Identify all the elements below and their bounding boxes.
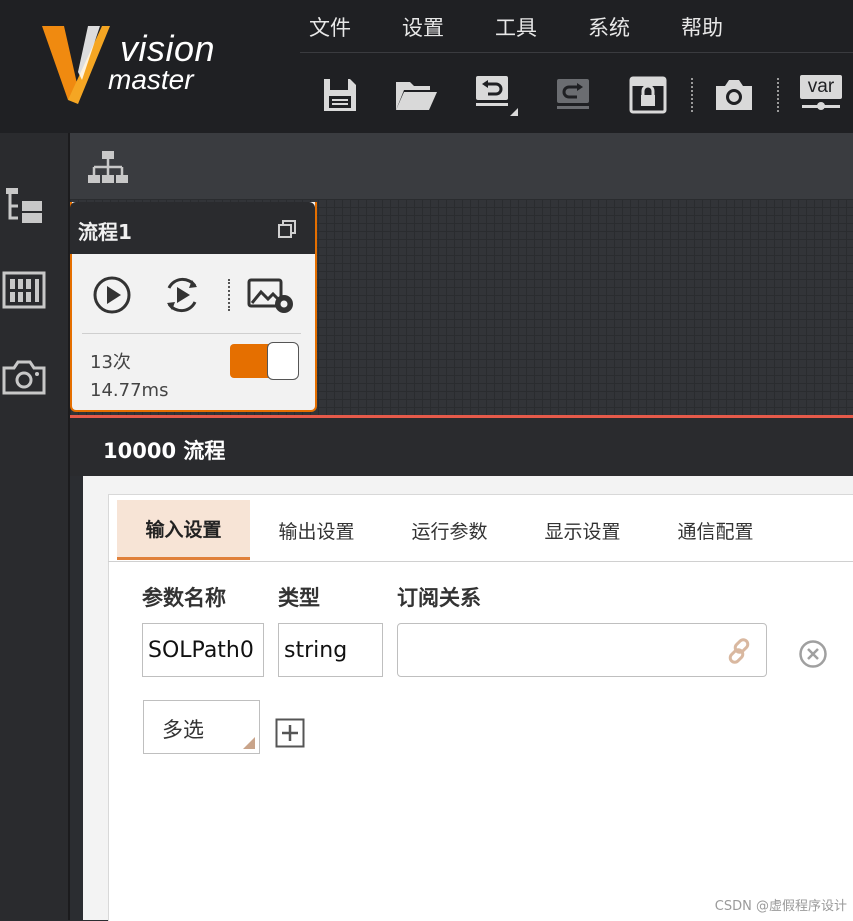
delete-row-button[interactable]	[798, 639, 828, 669]
menu-file[interactable]: 文件	[309, 12, 351, 42]
flow-layout-button[interactable]	[88, 149, 130, 187]
param-name-field[interactable]	[142, 623, 264, 677]
save-icon	[324, 79, 356, 111]
tab-communication-config[interactable]: 通信配置	[649, 500, 782, 560]
link-icon[interactable]	[724, 636, 754, 666]
play-icon	[93, 276, 131, 314]
undo-icon	[476, 76, 518, 116]
dropdown-corner-icon	[243, 737, 255, 749]
undo-button[interactable]	[472, 72, 518, 118]
menu-settings[interactable]: 设置	[402, 12, 444, 42]
panel-header: 10000 流程	[70, 418, 853, 476]
multiselect-dropdown[interactable]: 多选	[143, 700, 260, 754]
lock-icon	[629, 76, 667, 114]
tab-output-settings[interactable]: 输出设置	[250, 500, 383, 560]
variable-button[interactable]: var	[797, 72, 845, 118]
subscription-input[interactable]	[403, 637, 713, 663]
plus-box-icon	[275, 718, 305, 748]
process-tree-button[interactable]	[0, 181, 48, 231]
left-rail	[0, 133, 70, 920]
run-once-button[interactable]	[90, 273, 134, 317]
toolbar-separator	[691, 78, 693, 112]
process-card-title: 流程1	[78, 220, 132, 244]
camera-panel-button[interactable]	[0, 351, 48, 401]
lock-button[interactable]	[625, 72, 671, 118]
column-header-name: 参数名称	[142, 586, 226, 610]
run-count: 13次	[90, 352, 131, 373]
param-name-input[interactable]	[148, 637, 263, 663]
column-header-type: 类型	[278, 586, 320, 610]
tab-display-settings[interactable]: 显示设置	[516, 500, 649, 560]
menu-bar: 文件 设置 工具 系统 帮助	[300, 0, 853, 53]
run-time: 14.77ms	[90, 380, 169, 401]
card-divider	[82, 333, 301, 334]
tree-icon	[6, 188, 42, 223]
open-button[interactable]	[393, 72, 439, 118]
redo-icon	[557, 79, 589, 109]
tab-divider	[108, 561, 853, 562]
close-circle-icon	[799, 640, 827, 668]
card-separator	[228, 279, 230, 311]
param-type-input[interactable]	[284, 637, 382, 663]
menu-tools[interactable]: 工具	[495, 12, 537, 42]
menu-help[interactable]: 帮助	[681, 12, 723, 42]
subscription-field[interactable]	[397, 623, 767, 677]
image-settings-button[interactable]	[246, 275, 296, 317]
add-param-button[interactable]	[275, 718, 305, 748]
open-folder-icon	[396, 82, 437, 110]
flowchart-icon	[88, 151, 128, 183]
restore-window-icon	[278, 220, 296, 238]
menu-system[interactable]: 系统	[588, 12, 630, 42]
camera-icon	[716, 80, 752, 110]
process-card-header[interactable]: 流程1	[70, 202, 315, 254]
save-button[interactable]	[317, 72, 363, 118]
io-board-icon	[2, 271, 46, 309]
tab-input-settings[interactable]: 输入设置	[117, 500, 250, 560]
app-logo: vision master	[38, 18, 238, 108]
toggle-knob	[267, 342, 299, 380]
camera-outline-icon	[2, 360, 46, 395]
run-loop-button[interactable]	[159, 273, 205, 317]
process-enable-toggle[interactable]	[230, 342, 300, 380]
camera-button[interactable]	[711, 72, 757, 118]
redo-button[interactable]	[550, 72, 596, 118]
var-icon: var	[800, 75, 842, 115]
toolbar-separator	[777, 78, 779, 112]
multiselect-label: 多选	[162, 718, 204, 742]
loop-run-icon	[167, 277, 197, 313]
panel-title: 10000 流程	[103, 439, 226, 463]
image-gear-icon	[247, 278, 293, 313]
column-header-subscription: 订阅关系	[397, 586, 481, 610]
io-panel-button[interactable]	[0, 265, 48, 315]
var-icon-label: var	[800, 75, 842, 99]
watermark: CSDN @虚假程序设计	[714, 899, 847, 914]
logo-word-master: master	[108, 64, 194, 95]
param-type-field[interactable]	[278, 623, 383, 677]
tab-run-parameters[interactable]: 运行参数	[383, 500, 516, 560]
restore-window-button[interactable]	[274, 216, 300, 242]
canvas-toolbar	[70, 133, 853, 199]
